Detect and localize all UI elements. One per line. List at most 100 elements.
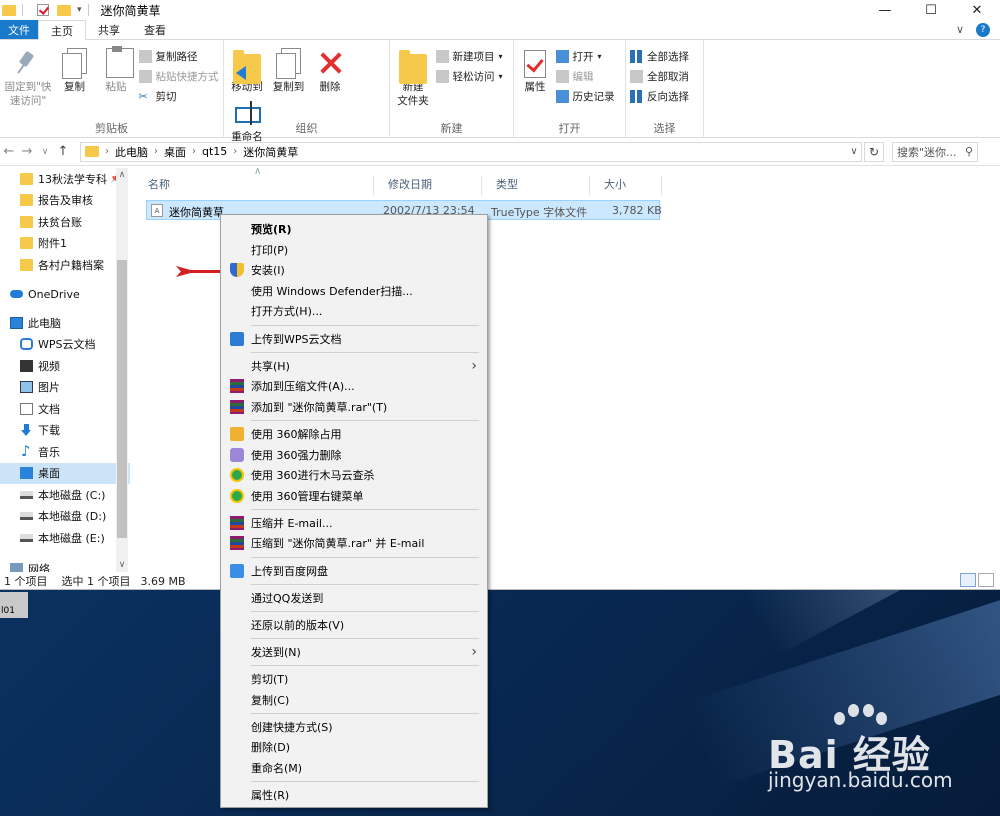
recent-dropdown-icon[interactable]: ∨	[36, 147, 54, 157]
easy-access-button[interactable]: 轻松访问 ▾	[435, 68, 503, 85]
nav-scrollbar[interactable]: ∧ ∨	[116, 168, 128, 572]
context-menu-item[interactable]: 还原以前的版本(V)	[221, 615, 487, 635]
context-menu-item[interactable]: 压缩并 E-mail...	[221, 513, 487, 533]
forward-arrow-icon[interactable]: →	[18, 144, 36, 159]
context-menu-item[interactable]: 剪切(T)	[221, 669, 487, 689]
properties-button[interactable]: 属性	[518, 48, 552, 94]
context-menu-item[interactable]: 打开方式(H)...	[221, 301, 487, 321]
desktop-item-label[interactable]: l01	[0, 592, 28, 618]
scrollbar-thumb[interactable]	[117, 260, 127, 538]
up-arrow-icon[interactable]: ↑	[54, 144, 72, 159]
close-button[interactable]: ✕	[954, 0, 1000, 20]
nav-item[interactable]: 本地磁盘 (D:)	[0, 506, 130, 528]
context-menu-item[interactable]: 打印(P)	[221, 240, 487, 260]
nav-item[interactable]: 扶贫台账	[0, 211, 130, 233]
copy-to-button[interactable]: 复制到	[270, 48, 308, 94]
search-input[interactable]: 搜索"迷你... ⚲	[892, 141, 978, 162]
nav-item[interactable]: 音乐	[0, 441, 130, 463]
help-icon[interactable]: ?	[976, 22, 990, 37]
context-menu-item[interactable]: 使用 360解除占用	[221, 424, 487, 444]
group-label: 组织	[295, 122, 318, 135]
large-icons-view-icon[interactable]	[978, 573, 994, 587]
context-menu-item[interactable]: 删除(D)	[221, 737, 487, 757]
context-menu-item[interactable]: 使用 360强力删除	[221, 445, 487, 465]
nav-item-this-pc[interactable]: 此电脑	[0, 312, 130, 334]
nav-item-onedrive[interactable]: OneDrive	[0, 284, 130, 306]
context-menu-item[interactable]: 发送到(N) ›	[221, 642, 487, 662]
address-bar[interactable]: › 此电脑 › 桌面 › qt15 › 迷你简黄草 ∨	[80, 141, 862, 162]
delete-button[interactable]: 删除	[311, 48, 349, 94]
scroll-up-icon[interactable]: ∧	[116, 170, 128, 180]
nav-item-network[interactable]: 网络	[0, 559, 130, 572]
maximize-button[interactable]: ☐	[908, 0, 954, 20]
quick-access-dropdown-icon[interactable]: ▾	[77, 5, 82, 15]
move-to-button[interactable]: 移动到	[228, 48, 266, 94]
context-menu-item[interactable]: 创建快捷方式(S)	[221, 717, 487, 737]
select-none-button[interactable]: 全部取消	[630, 68, 689, 85]
properties-quick-icon[interactable]	[37, 4, 49, 16]
tab-view[interactable]: 查看	[132, 20, 178, 39]
nav-item[interactable]: 各村户籍档案	[0, 254, 130, 276]
context-menu-item[interactable]: 使用 360管理右键菜单	[221, 486, 487, 506]
copy-button[interactable]: 复制	[56, 48, 94, 94]
history-button[interactable]: 历史记录	[555, 88, 615, 105]
paste-shortcut-button[interactable]: 粘贴快捷方式	[138, 68, 219, 85]
select-all-button[interactable]: 全部选择	[630, 48, 689, 65]
back-arrow-icon[interactable]: ←	[0, 144, 18, 159]
context-menu-item[interactable]: 使用 360进行木马云查杀	[221, 465, 487, 485]
new-folder-quick-icon[interactable]	[57, 4, 71, 16]
pin-quick-access-button[interactable]: 固定到"快 速访问"	[4, 48, 52, 108]
edit-button[interactable]: 编辑	[555, 68, 615, 85]
context-menu-item[interactable]: 预览(R)	[221, 219, 487, 239]
context-menu-item[interactable]: 上传到百度网盘	[221, 561, 487, 581]
nav-item[interactable]: WPS云文档	[0, 334, 130, 356]
open-button[interactable]: 打开 ▾	[555, 48, 615, 65]
tab-share[interactable]: 共享	[86, 20, 132, 39]
context-menu-item[interactable]: 重命名(M)	[221, 758, 487, 778]
context-menu-item[interactable]: 添加到压缩文件(A)...	[221, 376, 487, 396]
new-folder-button[interactable]: 新建 文件夹	[394, 48, 432, 108]
nav-item[interactable]: 下载	[0, 420, 130, 442]
nav-item[interactable]: 13秋法学专科📌	[0, 168, 130, 190]
paste-shortcut-icon	[138, 70, 152, 83]
nav-item[interactable]: 附件1	[0, 233, 130, 255]
new-item-button[interactable]: 新建项目 ▾	[435, 48, 503, 65]
copy-path-button[interactable]: 复制路径	[138, 48, 219, 65]
nav-item[interactable]: 报告及审核	[0, 190, 130, 212]
refresh-icon[interactable]: ↻	[864, 141, 884, 162]
minimize-button[interactable]: —	[862, 0, 908, 20]
details-view-icon[interactable]	[960, 573, 976, 587]
nav-item[interactable]: 本地磁盘 (C:)	[0, 484, 130, 506]
invert-selection-button[interactable]: 反向选择	[630, 88, 689, 105]
context-menu-item[interactable]: 添加到 "迷你简黄草.rar"(T)	[221, 397, 487, 417]
paste-button[interactable]: 粘贴	[97, 46, 135, 94]
context-menu-item[interactable]: 共享(H) ›	[221, 356, 487, 376]
nav-item[interactable]: 本地磁盘 (E:)	[0, 527, 130, 549]
breadcrumb-item[interactable]: 此电脑	[115, 144, 148, 160]
column-header-size[interactable]: 大小	[590, 176, 662, 196]
chevron-down-icon[interactable]: ∨	[847, 146, 861, 157]
tab-file[interactable]: 文件	[0, 20, 38, 39]
nav-item-desktop[interactable]: 桌面	[0, 462, 130, 484]
breadcrumb-item[interactable]: 桌面	[164, 144, 186, 160]
nav-item[interactable]: 图片	[0, 377, 130, 399]
context-menu-item[interactable]: 复制(C)	[221, 690, 487, 710]
menu-separator	[251, 509, 479, 511]
breadcrumb-item[interactable]: qt15	[202, 145, 227, 158]
scroll-down-icon[interactable]: ∨	[116, 560, 128, 570]
column-header-name[interactable]: 名称	[134, 176, 374, 196]
column-header-type[interactable]: 类型	[482, 176, 590, 196]
cut-button[interactable]: ✂ 剪切	[139, 88, 219, 105]
nav-item[interactable]: 视频	[0, 355, 130, 377]
context-menu-item[interactable]: 属性(R)	[221, 785, 487, 805]
context-menu-item[interactable]: 上传到WPS云文档	[221, 329, 487, 349]
nav-item[interactable]: 文档	[0, 398, 130, 420]
context-menu-item[interactable]: 使用 Windows Defender扫描...	[221, 281, 487, 301]
context-menu-item[interactable]: 通过QQ发送到	[221, 588, 487, 608]
ribbon-collapse-icon[interactable]: ∨	[956, 23, 964, 36]
breadcrumb-item[interactable]: 迷你简黄草	[243, 144, 298, 160]
context-menu-item[interactable]: 安装(I)	[221, 260, 487, 280]
tab-home[interactable]: 主页	[38, 20, 86, 40]
column-header-modified[interactable]: 修改日期	[374, 176, 482, 196]
context-menu-item[interactable]: 压缩到 "迷你简黄草.rar" 并 E-mail	[221, 533, 487, 553]
